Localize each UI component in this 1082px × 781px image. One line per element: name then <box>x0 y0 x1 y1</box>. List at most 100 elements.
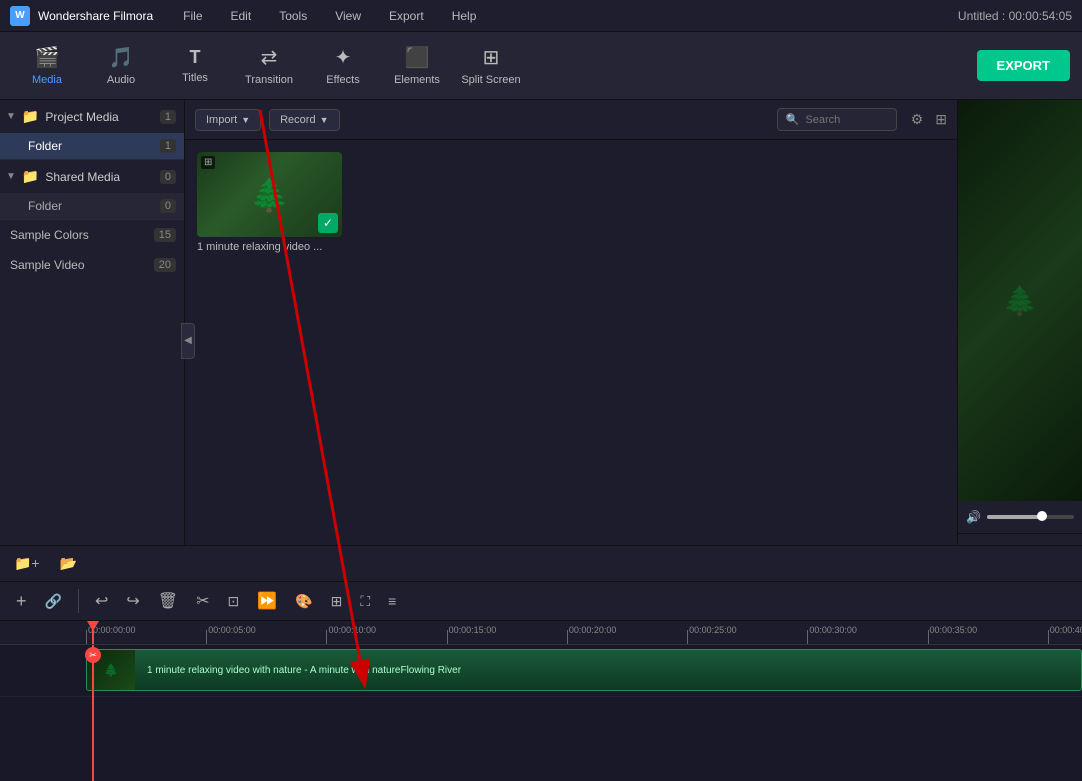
audio-settings-button[interactable]: ≡ <box>382 589 402 613</box>
toolbar-effects[interactable]: ✦ Effects <box>308 38 378 94</box>
toolbar-splitscreen[interactable]: ⊞ Split Screen <box>456 38 526 94</box>
sidebar-header-shared-media[interactable]: ▼ 📁 Shared Media 0 <box>0 160 184 193</box>
preview-video: 🌲 <box>958 100 1082 501</box>
menu-file[interactable]: File <box>177 5 208 27</box>
playhead-arrow <box>87 621 99 631</box>
sample-colors-count: 15 <box>154 228 176 242</box>
ruler-marks: 00:00:00:0000:00:05:0000:00:10:0000:00:1… <box>0 621 1082 644</box>
speed-button[interactable]: ⏩ <box>251 587 283 615</box>
menu-edit[interactable]: Edit <box>225 5 258 27</box>
toolbar-transition[interactable]: ⇄ Transition <box>234 38 304 94</box>
volume-fill <box>987 515 1039 519</box>
search-icon: 🔍 <box>786 113 800 126</box>
timeline: 00:00:00:0000:00:05:0000:00:10:0000:00:1… <box>0 621 1082 781</box>
menu-bar: File Edit Tools View Export Help <box>177 5 482 27</box>
titles-icon: T <box>190 47 201 68</box>
sample-colors-label: Sample Colors <box>10 228 89 242</box>
record-dropdown-icon: ▼ <box>320 115 329 125</box>
add-track-button[interactable]: + <box>10 587 33 616</box>
volume-track[interactable] <box>987 515 1074 519</box>
chevron-down-icon: ▼ <box>6 111 16 122</box>
sidebar-collapse-button[interactable]: ◀ <box>181 323 195 359</box>
track-row-video: 🌲 1 minute relaxing video with nature - … <box>0 645 1082 697</box>
menu-help[interactable]: Help <box>446 5 483 27</box>
redo-button[interactable]: ↪ <box>120 587 145 615</box>
titlebar: W Wondershare Filmora File Edit Tools Vi… <box>0 0 1082 32</box>
timeline-clip[interactable]: 🌲 1 minute relaxing video with nature - … <box>86 649 1082 691</box>
menu-view[interactable]: View <box>329 5 367 27</box>
thumb-overlay-icon: ⊞ <box>201 156 215 169</box>
volume-control: 🔊 <box>958 501 1082 533</box>
sidebar-item-sample-video[interactable]: Sample Video 20 <box>0 250 184 280</box>
audio-icon: 🎵 <box>109 45 134 70</box>
toolbar-elements-label: Elements <box>394 74 440 86</box>
app-name: Wondershare Filmora <box>38 9 153 23</box>
fullscreen-button[interactable]: ⛶ <box>354 589 376 614</box>
record-label: Record <box>280 114 315 126</box>
sidebar-item-folder[interactable]: Folder 1 <box>0 133 184 159</box>
sidebar-folder-count: 1 <box>160 139 176 153</box>
import-button[interactable]: Import ▼ <box>195 109 261 131</box>
toolbar-separator <box>78 589 79 613</box>
sidebar-shared-media-label: Shared Media <box>45 170 120 184</box>
export-button[interactable]: EXPORT <box>977 50 1070 81</box>
sample-video-count: 20 <box>154 258 176 272</box>
menu-tools[interactable]: Tools <box>273 5 313 27</box>
import-dropdown-icon: ▼ <box>241 115 250 125</box>
media-item-label: 1 minute relaxing video ... <box>197 241 342 253</box>
sidebar-folder2-label: Folder <box>28 199 62 213</box>
timeline-tracks: ✂ 🌲 1 minute relaxing video with nature … <box>0 645 1082 781</box>
media-item[interactable]: 🌲 ⊞ ✓ 1 minute relaxing video ... <box>197 152 342 253</box>
transform-button[interactable]: ⊞ <box>325 589 349 614</box>
record-button[interactable]: Record ▼ <box>269 109 339 131</box>
toolbar-media[interactable]: 🎬 Media <box>12 38 82 94</box>
volume-thumb <box>1037 511 1047 521</box>
link-button[interactable]: 🔗 <box>39 589 68 614</box>
playhead-scissors-icon: ✂ <box>85 647 101 663</box>
toolbar-splitscreen-label: Split Screen <box>461 74 520 86</box>
toolbar-media-label: Media <box>32 74 62 86</box>
folder-icon2: 📁 <box>22 168 39 185</box>
sidebar-open-folder-btn[interactable]: 📂 <box>54 551 83 576</box>
search-input[interactable] <box>805 114 885 126</box>
transition-icon: ⇄ <box>261 45 278 70</box>
toolbar-elements[interactable]: ⬛ Elements <box>382 38 452 94</box>
grid-view-icon[interactable]: ⊞ <box>935 111 947 128</box>
chevron-down-icon2: ▼ <box>6 171 16 182</box>
sidebar-folder-label: Folder <box>28 139 62 153</box>
splitscreen-icon: ⊞ <box>483 45 500 70</box>
sidebar-item-sample-colors[interactable]: Sample Colors 15 <box>0 220 184 250</box>
sample-video-label: Sample Video <box>10 258 85 272</box>
preview-panel: 🌲 🔊 ⏮ ▶ ⏭ <box>957 100 1082 581</box>
sidebar: ▼ 📁 Project Media 1 Folder 1 ▼ 📁 Shared … <box>0 100 185 581</box>
toolbar-titles[interactable]: T Titles <box>160 38 230 94</box>
clip-label: 1 minute relaxing video with nature - A … <box>147 665 461 676</box>
delete-button[interactable]: 🗑 <box>152 587 184 615</box>
menu-export[interactable]: Export <box>383 5 430 27</box>
color-button[interactable]: 🎨 <box>289 589 318 614</box>
filter-icon[interactable]: ⚙ <box>911 111 924 128</box>
app-logo: W <box>10 6 30 26</box>
sidebar-section-shared-media: ▼ 📁 Shared Media 0 Folder 0 <box>0 160 184 220</box>
sidebar-add-folder-btn[interactable]: 📁+ <box>8 551 46 576</box>
undo-button[interactable]: ↩ <box>89 587 114 615</box>
media-toolbar: Import ▼ Record ▼ 🔍 ⚙ ⊞ <box>185 100 957 140</box>
collapse-icon: ◀ <box>184 335 192 346</box>
thumb-check-icon: ✓ <box>318 213 338 233</box>
sidebar-header-project-media[interactable]: ▼ 📁 Project Media 1 <box>0 100 184 133</box>
cut-button[interactable]: ✂ <box>190 587 215 615</box>
media-icon: 🎬 <box>35 45 60 70</box>
effects-icon: ✦ <box>335 45 352 70</box>
timecode-display: Untitled : 00:00:54:05 <box>958 9 1072 23</box>
media-panel: Import ▼ Record ▼ 🔍 ⚙ ⊞ 🌲 ⊞ ✓ <box>185 100 957 581</box>
sidebar-item-folder2[interactable]: Folder 0 <box>0 193 184 219</box>
titlebar-left: W Wondershare Filmora File Edit Tools Vi… <box>10 5 482 27</box>
ruler-playhead <box>92 621 94 644</box>
sidebar-shared-media-count: 0 <box>160 170 176 184</box>
crop-button[interactable]: ⊡ <box>221 589 245 614</box>
timeline-ruler: 00:00:00:0000:00:05:0000:00:10:0000:00:1… <box>0 621 1082 645</box>
search-bar: 🔍 <box>777 108 897 131</box>
sidebar-section-project-media: ▼ 📁 Project Media 1 Folder 1 <box>0 100 184 160</box>
toolbar-audio[interactable]: 🎵 Audio <box>86 38 156 94</box>
media-content: 🌲 ⊞ ✓ 1 minute relaxing video ... <box>185 140 957 581</box>
